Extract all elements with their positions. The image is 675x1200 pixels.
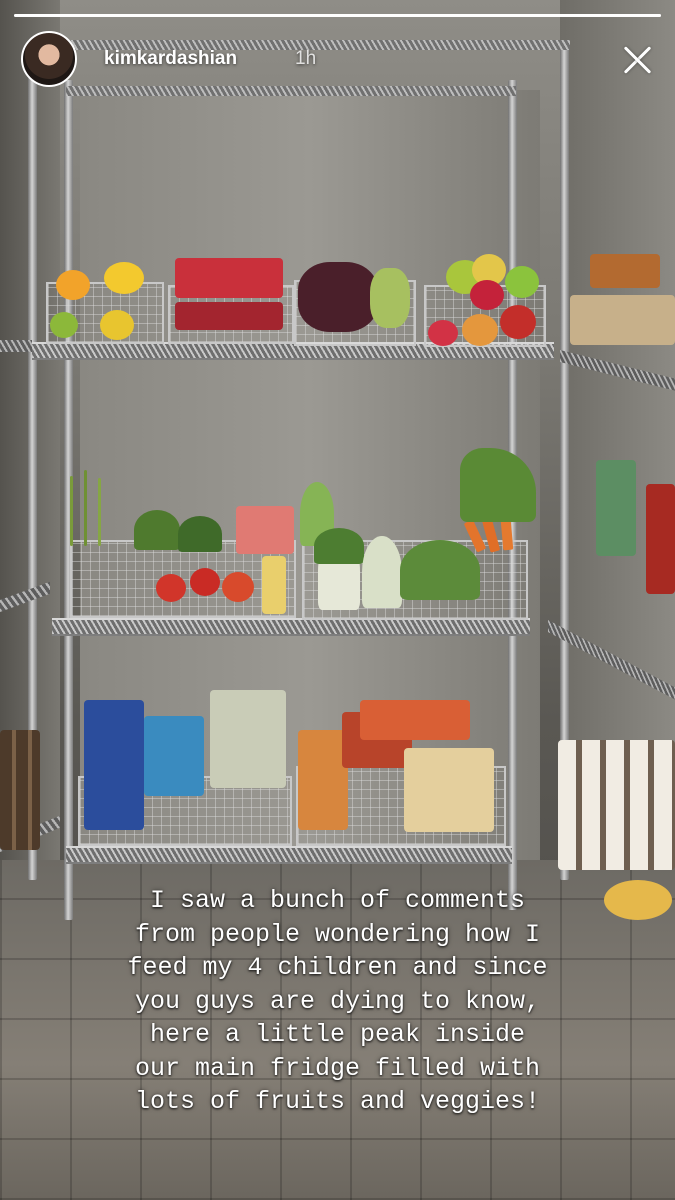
profile-avatar[interactable]: [21, 31, 77, 87]
bell-pepper-bag: [236, 506, 294, 554]
story-timestamp: 1h: [295, 48, 317, 69]
corn: [262, 556, 286, 614]
tomato: [222, 572, 254, 602]
rack-shelf-top: [66, 86, 516, 96]
rack-shelf: [52, 618, 530, 636]
strawberry-pack: [175, 258, 283, 298]
broccoli: [178, 516, 222, 552]
apple: [505, 266, 539, 298]
tomato: [156, 574, 186, 602]
orange-fruit: [56, 270, 90, 300]
tomato: [190, 568, 220, 596]
story-caption: I saw a bunch of comments from people wo…: [127, 886, 548, 1116]
jar-row: [0, 730, 40, 850]
bok-choy: [362, 536, 402, 608]
lemon-fruit: [100, 310, 134, 340]
bread-pack: [360, 700, 470, 740]
green-grapes: [370, 268, 410, 328]
side-rack-shelf: [0, 340, 32, 352]
broccoli: [134, 510, 180, 550]
apple: [470, 280, 504, 310]
food-container: [570, 295, 675, 345]
asparagus: [98, 478, 101, 546]
bread-pack: [298, 730, 348, 830]
lime-fruit: [50, 312, 78, 338]
snack-bag: [144, 716, 204, 796]
apple: [428, 320, 458, 346]
lettuce: [400, 540, 480, 600]
story-progress-bar: [14, 14, 661, 17]
bagel-bag: [404, 748, 494, 832]
peach: [462, 314, 498, 346]
rack-shelf: [66, 846, 512, 864]
grapes: [298, 262, 378, 332]
bok-choy-leaves: [314, 528, 364, 564]
chips-bag: [84, 700, 144, 830]
dressing-bottle: [596, 460, 636, 556]
close-icon[interactable]: [618, 40, 658, 80]
story-progress-fill: [14, 14, 661, 17]
bread-loaf: [210, 690, 286, 788]
food-container: [590, 254, 660, 288]
lemon-fruit: [104, 262, 144, 294]
sauce-bottle: [646, 484, 675, 594]
apple: [500, 305, 536, 339]
asparagus: [84, 470, 87, 546]
story-username[interactable]: kimkardashian: [104, 48, 237, 70]
asparagus: [70, 476, 73, 546]
bottle-rows: [558, 740, 675, 870]
raspberry-pack: [175, 302, 283, 330]
